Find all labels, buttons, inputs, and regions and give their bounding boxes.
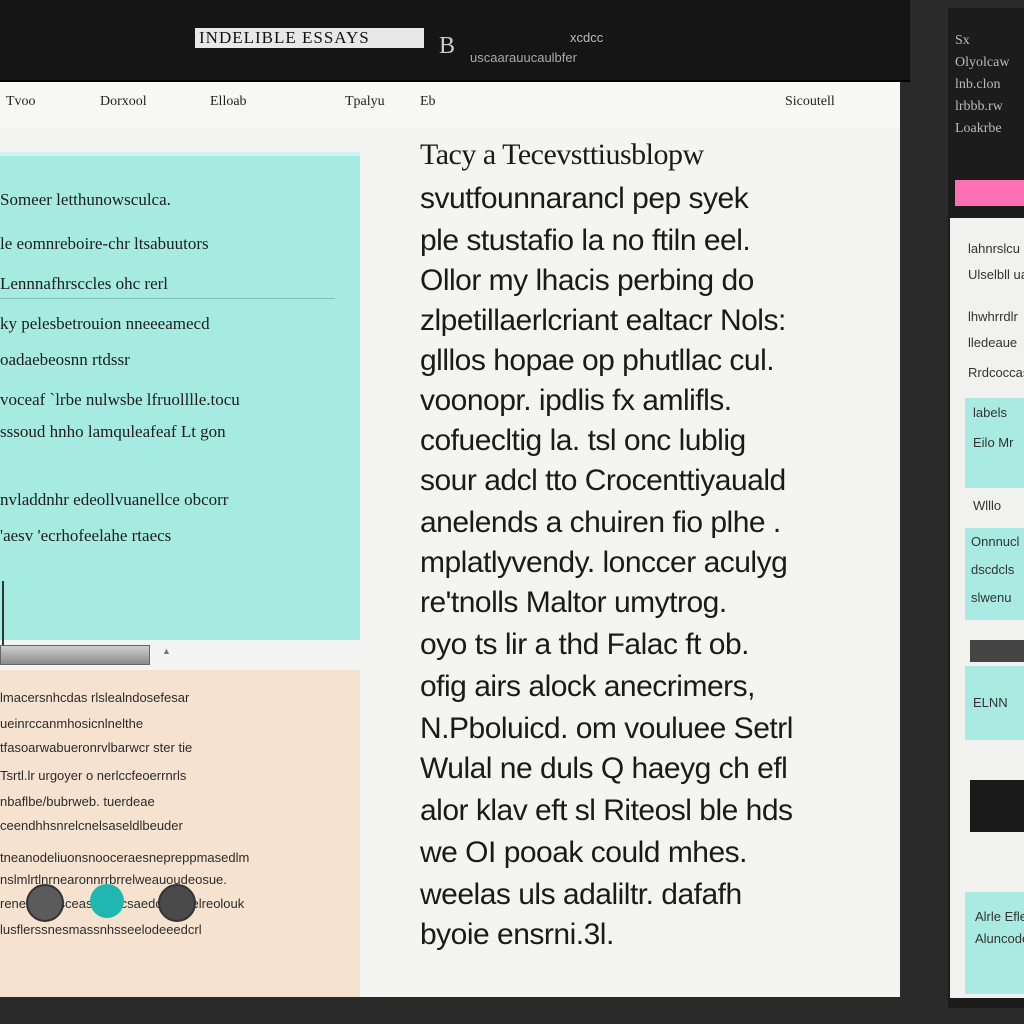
side-top-line: Sx (955, 33, 970, 48)
details-line: nbaflbe/bubrweb. tuerdeae (0, 794, 155, 809)
dot-indicator-3[interactable] (158, 884, 196, 922)
side-list-item[interactable]: lahnrslcu (968, 240, 1024, 258)
details-line: lusflerssnesmassnhsseelodeeedcrl (0, 922, 202, 937)
side-card[interactable]: ELNN (965, 666, 1024, 740)
side-top-line: Loakrbe (955, 121, 1002, 136)
menu-item-2[interactable]: Dorxool (100, 94, 147, 110)
details-line: ceendhhsnrelcnelsaseldlbeuder (0, 818, 183, 833)
article-line: byoie ensrni.3l. (420, 918, 614, 951)
side-thumbnail[interactable] (970, 780, 1024, 832)
side-card-label: Onnnucl (971, 534, 1020, 549)
dot-indicator-2[interactable] (90, 884, 124, 918)
side-card-label: ELNN (973, 695, 1008, 710)
notes-line: oadaebeosnn rtdssr (0, 350, 130, 369)
horizontal-scrollbar[interactable] (0, 645, 150, 665)
notes-line: Lennnafhrsccles ohc rerl (0, 274, 169, 293)
scroll-arrow-icon[interactable]: ▲ (162, 646, 174, 656)
menu-item-6[interactable]: Sicoutell (785, 94, 835, 110)
notes-line: sssoud hnho lamquleafeaf Lt gon (0, 422, 226, 441)
menu-item-4[interactable]: Tpalyu (345, 94, 385, 110)
details-line: Tsrtl.lr urgoyer o nerlccfeoerrnrls (0, 768, 187, 783)
details-line: tneanodeliuonsnooceraesnepreppmasedlm (0, 850, 250, 865)
app-title-bar: INDELIBLE ESSAYS B xcdcc uscaarauucaulbf… (0, 0, 910, 82)
article-line: cofuecltig la. tsl onc lublig (420, 424, 746, 457)
side-list-item[interactable]: Ulselbll ua (968, 266, 1024, 284)
side-card[interactable]: Wlllo (965, 492, 1024, 520)
app-badge-icon: B (438, 33, 455, 59)
side-card-label: Eilo Mr (973, 435, 1014, 450)
article-line: re'tnolls Maltor umytrog. (420, 586, 727, 619)
side-list-item[interactable]: lhwhrrdlr (968, 308, 1024, 326)
side-top-line: lnb.clon (955, 77, 1001, 92)
article-line: ple stustafio la no ftiln eel. (420, 224, 751, 257)
details-line: tfasoarwabueronrvlbarwcr ster tie (0, 740, 193, 755)
side-top-line: lrbbb.rw (955, 99, 1003, 114)
article-line: N.Pboluicd. om vouluee Setrl (420, 712, 793, 745)
details-line: ueinrccanmhosicnlnelthe (0, 716, 144, 731)
article-line: Wulal ne duls Q haeyg ch efl (420, 752, 788, 785)
divider (0, 298, 335, 299)
article-line: mplatlyvendy. lonccer aculyg (420, 546, 788, 579)
side-card-label: slwenu (971, 590, 1012, 605)
side-top-text: Sx Olyolcaw lnb.clon lrbbb.rw Loakrbe (955, 30, 1024, 150)
app-subtitle-2: uscaarauucaulbfer (470, 50, 577, 65)
article-line: we OI pooak could mhes. (420, 836, 748, 869)
main-window: Tvoo Dorxool Elloab Tpalyu Eb Sicoutell … (0, 82, 900, 997)
details-pane[interactable]: lmacersnhcdas rlslealndosefesar ueinrcca… (0, 670, 360, 997)
article-line: glllos hopae op phutllac cul. (420, 344, 775, 377)
article-line: alor klav eft sl Riteosl ble hds (420, 794, 793, 827)
notes-pane[interactable]: Someer letthunowsculca. le eomnreboire-c… (0, 152, 360, 651)
side-divider (970, 640, 1024, 662)
side-highlight-bar[interactable] (955, 180, 1024, 206)
side-list-item[interactable]: Rrdcoccaslsl (968, 364, 1024, 382)
details-line: lmacersnhcdas rlslealndosefesar (0, 690, 190, 705)
side-list-item[interactable]: lledeaue (968, 334, 1024, 352)
article-line: Ollor my lhacis perbing do (420, 264, 754, 297)
article-line: oyo ts lir a thd Falac ft ob. (420, 628, 750, 661)
side-card[interactable]: Onnnucl dscdcls slwenu (965, 528, 1024, 620)
menu-item-5[interactable]: Eb (420, 94, 436, 110)
article-line: svutfounnarancl pep syek (420, 182, 749, 215)
notes-line: le eomnreboire-chr ltsabuutors (0, 234, 209, 253)
article-line: weelas uls adaliltr. dafafh (420, 878, 742, 911)
text-cursor (2, 581, 4, 651)
article-line: anelends a chuiren fio plhe . (420, 506, 781, 539)
dot-indicator-1[interactable] (26, 884, 64, 922)
side-card-label: labels (973, 405, 1007, 420)
notes-line: Someer letthunowsculca. (0, 190, 171, 209)
side-top-line: Olyolcaw (955, 55, 1010, 70)
article-line: zlpetillaerlcriant ealtacr Nols: (420, 304, 786, 337)
side-card-label: dscdcls (971, 562, 1015, 577)
article-line: sour adcl tto Crocenttiyauald (420, 464, 786, 497)
menu-item-3[interactable]: Elloab (210, 94, 247, 110)
notes-line: 'aesv 'ecrhofeelahe rtaecs (0, 526, 172, 545)
side-card-label: Alrle Eflee (975, 909, 1024, 924)
side-card-label: Aluncodere (975, 931, 1024, 946)
side-card[interactable]: labels Eilo Mr (965, 398, 1024, 488)
notes-line: ky pelesbetrouion nneeeamecd (0, 314, 210, 333)
article-line: voonopr. ipdlis fx amlifls. (420, 384, 732, 417)
article-line: Tacy a Tecevsttiusblopw (420, 138, 704, 171)
side-card[interactable]: Alrle Eflee Aluncodere (965, 892, 1024, 994)
notes-line: nvladdnhr edeollvuanellce obcorr (0, 490, 229, 509)
notes-line: voceaf `lrbe nulwsbe lfruolllle.tocu (0, 390, 240, 409)
article-line: ofig airs alock anecrimers, (420, 670, 755, 703)
side-card-label: Wlllo (973, 498, 1002, 513)
menu-item-1[interactable]: Tvoo (6, 94, 36, 110)
menu-bar: Tvoo Dorxool Elloab Tpalyu Eb Sicoutell (0, 82, 900, 128)
app-title: INDELIBLE ESSAYS (195, 28, 424, 48)
app-subtitle-1: xcdcc (570, 30, 604, 45)
